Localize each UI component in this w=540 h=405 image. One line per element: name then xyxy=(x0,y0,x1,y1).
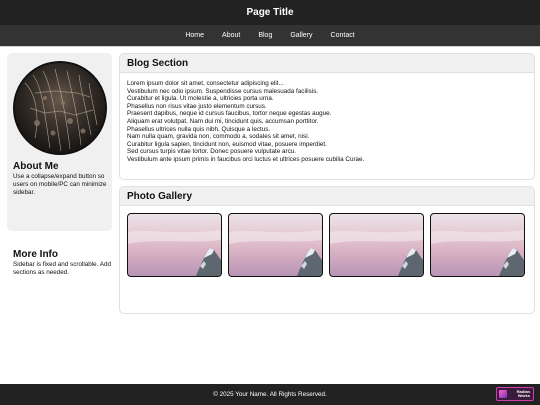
footer-copyright: © 2025 Your Name. All Rights Reserved. xyxy=(213,391,327,398)
mountain-image xyxy=(229,230,322,276)
blog-section-header: Blog Section xyxy=(120,54,534,73)
blog-line: Phasellus ultrices nulla quis nibh. Quis… xyxy=(127,125,271,133)
about-title: About Me xyxy=(13,161,59,172)
more-info-text: Sidebar is fixed and scrollable. Add sec… xyxy=(13,261,112,276)
badge-line-2: Works xyxy=(517,393,530,398)
about-text: Use a collapse/expand button so users on… xyxy=(13,173,107,196)
more-info-title: More Info xyxy=(13,249,58,260)
nav-about-link[interactable]: About xyxy=(213,32,249,39)
gallery-photo[interactable] xyxy=(127,213,222,277)
blog-line: Lorem ipsum dolor sit amet, consectetur … xyxy=(127,80,284,87)
radian-works-badge[interactable]: Radian Works xyxy=(496,387,534,401)
page-title: Page Title xyxy=(246,7,294,18)
nav-gallery-link[interactable]: Gallery xyxy=(281,32,321,39)
blog-line: Vestibulum nec odio ipsum. Suspendisse c… xyxy=(127,87,319,95)
profile-avatar xyxy=(13,61,107,155)
nav-bar: Home About Blog Gallery Contact xyxy=(0,25,540,47)
footer: © 2025 Your Name. All Rights Reserved. xyxy=(0,384,540,405)
nav-blog-link[interactable]: Blog xyxy=(249,32,281,39)
blog-line: Aliquam erat volutpat. Nam dui mi, tinci… xyxy=(127,117,319,125)
blog-body: Lorem ipsum dolor sit amet, consectetur … xyxy=(120,73,534,164)
blog-line: Curabitur ligula sapien, tincidunt non, … xyxy=(127,140,327,148)
gallery-photo[interactable] xyxy=(430,213,525,277)
photo-grid xyxy=(120,206,534,277)
sidebar: About Me Use a collapse/expand button so… xyxy=(7,53,112,276)
gallery-section-title: Photo Gallery xyxy=(127,190,193,202)
badge-text: Radian Works xyxy=(517,389,530,399)
blog-line: Sed cursus turpis vitae tortor. Donec po… xyxy=(127,148,297,156)
mountain-image xyxy=(431,230,524,276)
blog-line: Phasellus non risus vitae justo elementu… xyxy=(127,102,267,110)
gallery-photo[interactable] xyxy=(329,213,424,277)
gallery-section-header: Photo Gallery xyxy=(120,187,534,206)
header-bar: Page Title xyxy=(0,0,540,25)
blog-section: Blog Section Lorem ipsum dolor sit amet,… xyxy=(119,53,535,180)
blog-section-title: Blog Section xyxy=(127,57,189,69)
gallery-photo[interactable] xyxy=(228,213,323,277)
blog-line: Nam nulla quam, gravida non, commodo a, … xyxy=(127,133,310,141)
avatar-artwork xyxy=(24,68,98,152)
nav-home-link[interactable]: Home xyxy=(176,32,213,39)
mountain-image xyxy=(330,230,423,276)
blog-line: Curabitur et ligula. Ut molestie a, ultr… xyxy=(127,95,274,103)
photo-gallery-section: Photo Gallery xyxy=(119,186,535,314)
blog-line: Vestibulum ante ipsum primis in faucibus… xyxy=(127,155,365,163)
mountain-image xyxy=(128,230,221,276)
blog-line: Praesent dapibus, neque id cursus faucib… xyxy=(127,110,332,118)
nav-contact-link[interactable]: Contact xyxy=(322,32,364,39)
badge-logo-icon xyxy=(499,390,507,398)
